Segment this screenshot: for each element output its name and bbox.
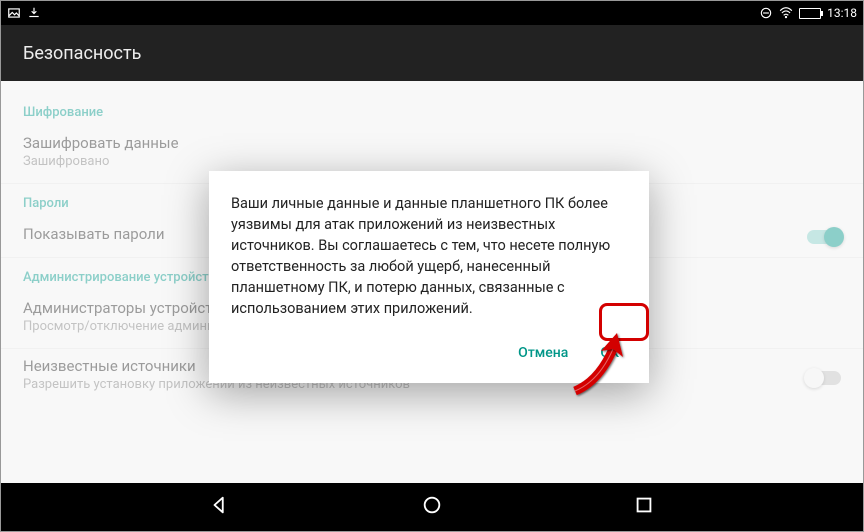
download-complete-icon — [27, 6, 41, 20]
dialog-actions: Отмена ОК — [231, 319, 627, 373]
wifi-icon — [779, 6, 793, 20]
home-button[interactable] — [421, 494, 443, 520]
ok-button[interactable]: ОК — [598, 339, 621, 367]
back-button[interactable] — [209, 494, 231, 520]
confirm-dialog: Ваши личные данные и данные планшетного … — [209, 171, 649, 383]
screen: 13:18 Безопасность Шифрование Зашифроват… — [0, 0, 864, 532]
cancel-button[interactable]: Отмена — [516, 339, 570, 367]
clock-text: 13:18 — [827, 6, 857, 20]
navigation-bar — [1, 483, 863, 531]
picture-icon — [7, 6, 21, 20]
battery-icon — [799, 8, 821, 19]
recent-apps-button[interactable] — [633, 494, 655, 520]
do-not-disturb-icon — [759, 6, 773, 20]
status-bar[interactable]: 13:18 — [1, 1, 863, 25]
page-title: Безопасность — [23, 43, 141, 64]
dialog-message: Ваши личные данные и данные планшетного … — [231, 193, 627, 319]
app-bar: Безопасность — [1, 25, 863, 81]
